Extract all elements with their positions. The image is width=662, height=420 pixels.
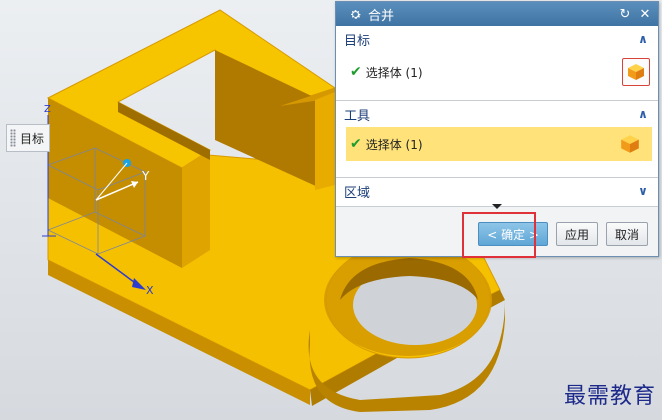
select-body-button[interactable] [622,58,650,86]
target-section: 目标 ∧ ✔ 选择体 (1) [336,26,658,101]
checkmark-icon: ✔ [350,64,362,80]
region-section: 区域 ∨ [336,178,658,207]
target-select-row[interactable]: ✔ 选择体 (1) [336,52,658,92]
axis-x-label: X [146,284,154,297]
target-section-label: 目标 [344,33,371,49]
tool-select-row[interactable]: ✔ 选择体 (1) [346,127,652,161]
tool-section-label: 工具 [344,108,371,124]
region-section-header[interactable]: 区域 ∨ [336,178,658,204]
target-select-label: 选择体 (1) [365,65,423,80]
axis-y-label: Y [141,169,150,183]
tool-section-header[interactable]: 工具 ∧ [336,101,658,127]
target-section-header[interactable]: 目标 ∧ [336,26,658,52]
dialog-titlebar[interactable]: 合并 ↻ ✕ [336,2,658,26]
expand-arrow-icon[interactable] [492,204,502,209]
cube-icon [621,135,639,153]
chevron-down-icon[interactable]: ∨ [636,184,650,198]
target-tag[interactable]: 目标 [6,124,50,152]
axis-z-label: Z [44,104,51,115]
target-tag-label: 目标 [20,131,45,146]
reset-icon[interactable]: ↻ [618,7,632,22]
region-section-label: 区域 [344,185,371,201]
unite-dialog: 合并 ↻ ✕ 目标 ∧ ✔ 选择体 (1) 工具 ∧ ✔ 选择体 (1) 区域 … [335,1,659,258]
select-tool-body-button[interactable] [616,130,644,158]
apply-button[interactable]: 应用 [555,222,598,246]
cancel-button[interactable]: 取消 [605,222,648,246]
dialog-title: 合并 [368,8,395,24]
dialog-footer: < 确定 > 应用 取消 [336,212,658,256]
checkmark-icon: ✔ [350,136,362,152]
tool-section: 工具 ∧ ✔ 选择体 (1) [336,101,658,178]
gear-icon[interactable] [348,7,362,21]
cube-icon [628,64,644,80]
chevron-up-icon[interactable]: ∧ [636,32,650,46]
close-icon[interactable]: ✕ [638,7,652,22]
watermark: 最需教育 [563,384,656,409]
tool-select-label: 选择体 (1) [365,137,423,152]
chevron-up-icon[interactable]: ∧ [636,107,650,121]
grip-icon [10,129,16,147]
ok-button[interactable]: < 确定 > [478,222,548,246]
